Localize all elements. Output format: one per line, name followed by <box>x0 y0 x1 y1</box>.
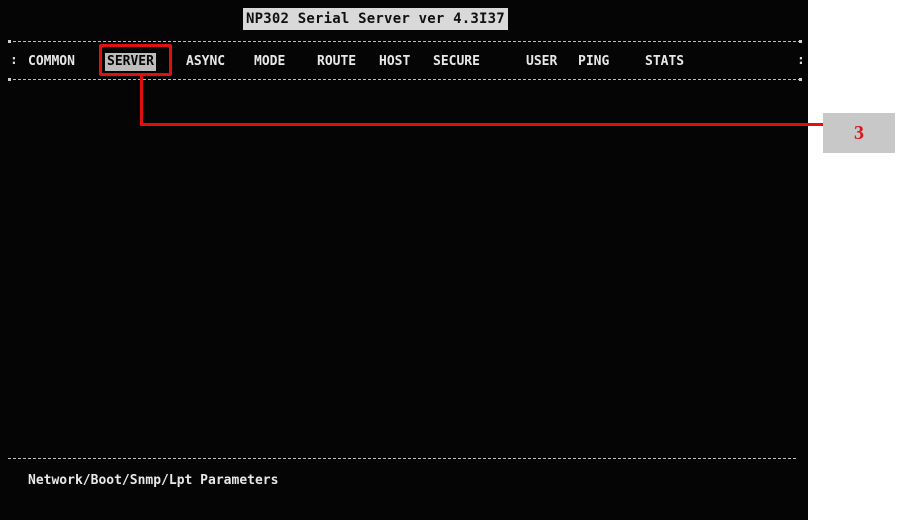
menu-right-border: : <box>797 53 805 68</box>
menu-item-common[interactable]: COMMON <box>28 53 75 71</box>
menu-item-ping[interactable]: PING <box>578 53 609 71</box>
menu-item-route[interactable]: ROUTE <box>317 53 356 71</box>
callout-leader-horizontal <box>140 123 823 126</box>
callout-leader-vertical <box>140 76 143 126</box>
screenshot-stage: NP302 Serial Server ver 4.3I37 : : COMMO… <box>0 0 901 520</box>
divider-corner-dot <box>8 40 11 43</box>
menu-item-user[interactable]: USER <box>526 53 557 71</box>
menu-item-stats[interactable]: STATS <box>645 53 684 71</box>
callout-highlight-box <box>99 44 172 76</box>
divider-corner-dot <box>799 40 802 43</box>
window-title: NP302 Serial Server ver 4.3I37 <box>243 8 508 30</box>
divider-corner-dot <box>8 78 11 81</box>
divider-corner-dot <box>799 78 802 81</box>
menu-item-secure[interactable]: SECURE <box>433 53 480 71</box>
menu-bottom-divider <box>8 79 801 80</box>
top-divider <box>8 41 801 42</box>
menu-item-mode[interactable]: MODE <box>254 53 285 71</box>
menu-left-border: : <box>10 53 18 68</box>
menu-item-host[interactable]: HOST <box>379 53 410 71</box>
callout-number-label: 3 <box>823 113 895 153</box>
menu-item-async[interactable]: ASYNC <box>186 53 225 71</box>
terminal-screen: NP302 Serial Server ver 4.3I37 : : COMMO… <box>0 0 808 520</box>
status-divider <box>8 458 796 459</box>
status-description: Network/Boot/Snmp/Lpt Parameters <box>28 473 279 488</box>
